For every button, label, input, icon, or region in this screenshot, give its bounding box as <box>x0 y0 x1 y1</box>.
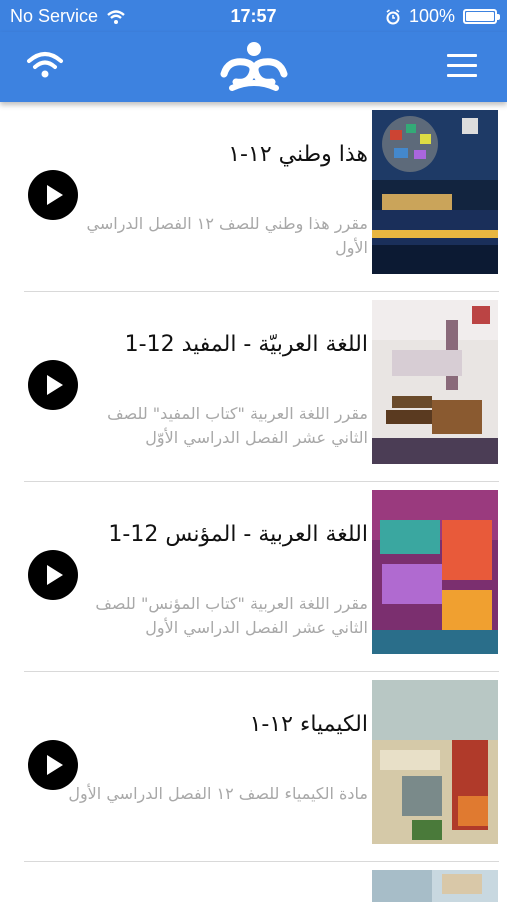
course-title: هذا وطني ١٢-١ <box>228 142 368 167</box>
course-list-item[interactable]: اللغة العربية - المؤنس 12-1 مقرر اللغة ا… <box>0 482 507 672</box>
nav-bar <box>0 32 507 102</box>
play-button[interactable] <box>28 740 78 790</box>
course-description: مقرر اللغة العربية "كتاب المفيد" للصف ال… <box>107 404 368 447</box>
status-bar: No Service 17:57 100% <box>0 0 507 32</box>
battery-percent: 100% <box>408 6 455 26</box>
course-cover-image <box>372 110 498 274</box>
play-button[interactable] <box>28 550 78 600</box>
course-title: اللغة العربيّة - المفيد 12-1 <box>124 332 368 357</box>
hamburger-menu-icon[interactable] <box>447 54 477 80</box>
battery-icon <box>463 9 500 24</box>
play-button[interactable] <box>28 360 78 410</box>
wifi-icon[interactable] <box>26 50 64 80</box>
course-cover-image <box>372 300 498 464</box>
status-right: 100% <box>385 6 500 27</box>
course-list-item[interactable]: هذا وطني ١٢-١ مقرر هذا وطني للصف ١٢ الفص… <box>0 102 507 292</box>
course-list-item[interactable]: اللغة العربيّة - المفيد 12-1 مقرر اللغة … <box>0 292 507 482</box>
course-description: مقرر اللغة العربية "كتاب المؤنس" للصف ال… <box>95 594 368 637</box>
course-title: اللغة العربية - المؤنس 12-1 <box>108 522 368 547</box>
course-list-item-partial[interactable] <box>0 862 507 902</box>
course-title: الكيمياء ١٢-١ <box>249 712 368 737</box>
course-description: مقرر هذا وطني للصف ١٢ الفصل الدراسي الأو… <box>86 214 368 257</box>
course-cover-image <box>372 490 498 654</box>
course-list: هذا وطني ١٢-١ مقرر هذا وطني للصف ١٢ الفص… <box>0 102 507 902</box>
course-cover-image <box>372 870 498 902</box>
course-cover-image <box>372 680 498 844</box>
alarm-icon <box>386 8 400 24</box>
course-description: مادة الكيمياء للصف ١٢ الفصل الدراسي الأو… <box>68 784 368 803</box>
play-button[interactable] <box>28 170 78 220</box>
app-logo-icon <box>220 42 288 91</box>
course-list-item[interactable]: الكيمياء ١٢-١ مادة الكيمياء للصف ١٢ الفص… <box>0 672 507 862</box>
